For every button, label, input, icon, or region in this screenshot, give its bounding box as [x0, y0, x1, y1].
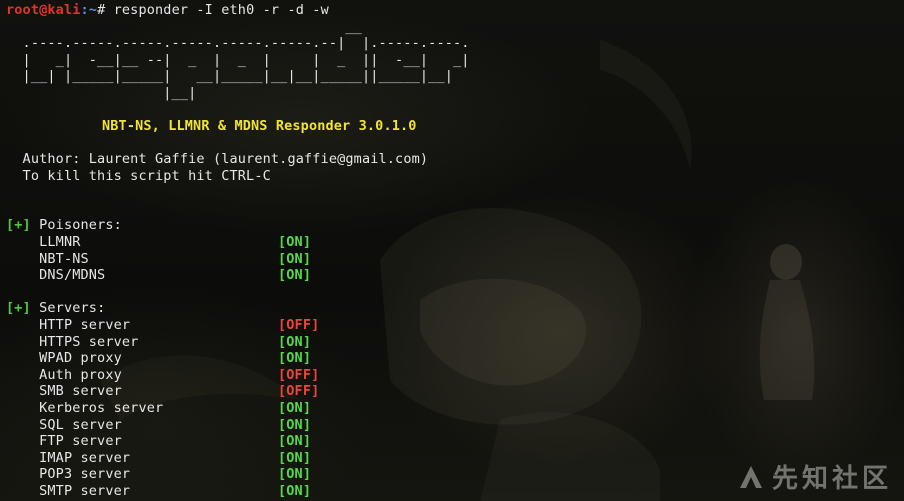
- status-row-label: Auth proxy: [6, 366, 122, 383]
- status-row-label: SQL server: [6, 416, 122, 433]
- status-row: HTTPS server [ON]: [6, 333, 311, 351]
- status-row: NBT-NS [ON]: [6, 250, 311, 268]
- status-row-label: POP3 server: [6, 466, 131, 483]
- status-row-label: SMB server: [6, 383, 122, 400]
- status-off-badge: [OFF]: [278, 317, 320, 333]
- status-on-badge: [ON]: [278, 400, 312, 416]
- kill-hint-line: To kill this script hit CTRL-C: [6, 167, 271, 184]
- status-row: SMB server [OFF]: [6, 383, 319, 400]
- poisoners-header: [+] Poisoners:: [6, 217, 122, 234]
- status-row: WPAD proxy [ON]: [6, 350, 311, 367]
- ascii-banner-line: |__|: [6, 84, 197, 101]
- status-on-badge: [ON]: [278, 416, 312, 433]
- servers-header-text: Servers:: [30, 300, 106, 316]
- prompt-user: root@kali: [6, 2, 81, 18]
- status-row-label: NBT-NS: [6, 250, 89, 267]
- banner-title-text: NBT-NS, LLMNR & MDNS Responder 3.0.1.0: [102, 118, 417, 134]
- status-row-label: Kerberos server: [6, 400, 164, 416]
- prompt-path: :~: [80, 2, 98, 18]
- banner-title: NBT-NS, LLMNR & MDNS Responder 3.0.1.0: [102, 118, 417, 135]
- xianzhi-logo-icon: [739, 465, 762, 488]
- status-row: DNS/MDNS [ON]: [6, 267, 311, 284]
- status-row: FTP server [ON]: [6, 433, 311, 450]
- status-row: IMAP server [ON]: [6, 449, 311, 467]
- ascii-banner-line: __: [6, 18, 362, 35]
- status-row: HTTP server [OFF]: [6, 317, 319, 334]
- status-row-label: IMAP server: [6, 449, 131, 466]
- command-line[interactable]: root@kali:~# responder -I eth0 -r -d -w: [6, 2, 329, 19]
- author-line: Author: Laurent Gaffie (laurent.gaffie@g…: [6, 151, 429, 167]
- status-row: LLMNR [ON]: [6, 234, 311, 251]
- watermark: 先知社区: [736, 458, 892, 495]
- status-row: Auth proxy [OFF]: [6, 366, 319, 384]
- status-row: POP3 server [ON]: [6, 466, 311, 483]
- status-on-badge: [ON]: [278, 267, 312, 284]
- ascii-banner-line: .----.-----.-----.-----.-----.-----.--| …: [6, 35, 470, 51]
- terminal-window[interactable]: root@kali:~# responder -I eth0 -r -d -w …: [0, 0, 904, 501]
- servers-header: [+] Servers:: [6, 300, 105, 317]
- status-row-label: FTP server: [6, 433, 122, 450]
- command-text: responder -I eth0 -r -d -w: [105, 2, 329, 18]
- status-row-label: SMTP server: [6, 483, 131, 499]
- status-on-badge: [ON]: [278, 483, 312, 499]
- status-on-badge: [ON]: [278, 433, 312, 450]
- section-marker: [+]: [6, 300, 31, 316]
- status-on-badge: [ON]: [278, 449, 312, 466]
- status-on-badge: [ON]: [278, 333, 312, 350]
- section-marker: [+]: [6, 217, 31, 233]
- status-off-badge: [OFF]: [278, 366, 320, 383]
- status-on-badge: [ON]: [278, 234, 312, 250]
- status-on-badge: [ON]: [278, 250, 312, 267]
- status-row-label: HTTPS server: [6, 333, 139, 350]
- status-off-badge: [OFF]: [278, 383, 320, 400]
- poisoners-header-text: Poisoners:: [30, 217, 122, 233]
- status-on-badge: [ON]: [278, 466, 312, 483]
- ascii-banner-line: |__| |_____|_____| __|_____|__|__|_____|…: [6, 68, 453, 84]
- status-row-label: LLMNR: [6, 234, 81, 250]
- status-row: SMTP server [ON]: [6, 483, 311, 500]
- status-row-label: HTTP server: [6, 317, 131, 333]
- status-on-badge: [ON]: [278, 350, 312, 367]
- status-row-label: WPAD proxy: [6, 350, 122, 367]
- status-row: Kerberos server [ON]: [6, 400, 311, 417]
- status-row: SQL server [ON]: [6, 416, 311, 434]
- watermark-text: 先知社区: [771, 464, 892, 494]
- status-row-label: DNS/MDNS: [6, 267, 106, 284]
- ascii-banner-line: | _| -__|__ --| _ | _ | | _ || -__| _|: [6, 51, 470, 68]
